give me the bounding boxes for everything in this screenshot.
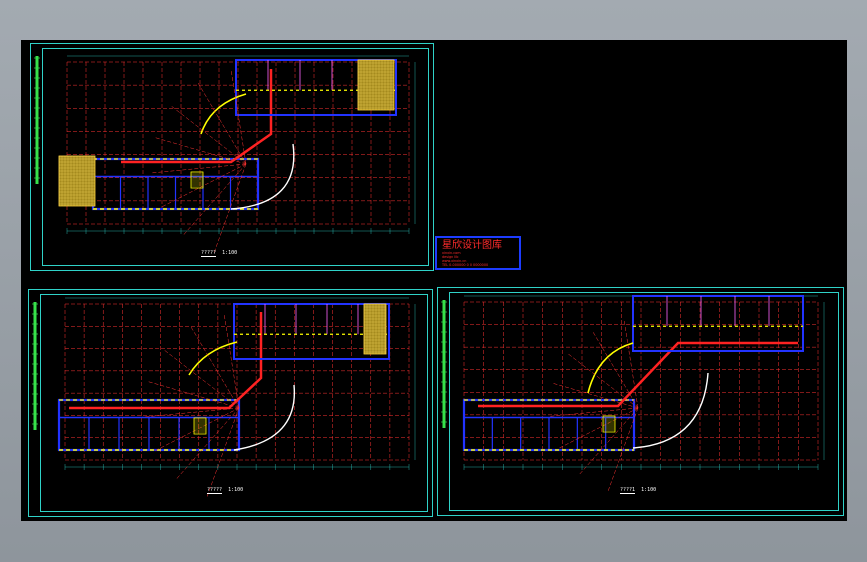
- stamp-footer: TEL 0-000000 0 0 0000000: [442, 263, 489, 267]
- drawing-canvas[interactable]: ????? 1:100 ????? 1:100 ????1 1:100 星欣设计图库 …: [21, 40, 847, 521]
- floor-plan-drawing: [34, 55, 416, 254]
- title-stamp: 星欣设计图库 xinxin.com design lib www.xinxin.…: [435, 236, 521, 270]
- sheet-bottom-right[interactable]: ????1 1:100: [437, 287, 844, 516]
- sheet-top-left[interactable]: ????? 1:100: [30, 43, 434, 271]
- sheet-caption: ????1 1:100: [620, 487, 657, 494]
- sheet-bottom-left[interactable]: ????? 1:100: [28, 289, 433, 517]
- stamp-title: 星欣设计图库: [442, 240, 502, 251]
- floor-plan-drawing: [32, 297, 416, 498]
- floor-plan-drawing: [441, 295, 825, 493]
- sheet-caption: ????? 1:100: [201, 250, 238, 257]
- sheet-caption: ????? 1:100: [207, 487, 244, 494]
